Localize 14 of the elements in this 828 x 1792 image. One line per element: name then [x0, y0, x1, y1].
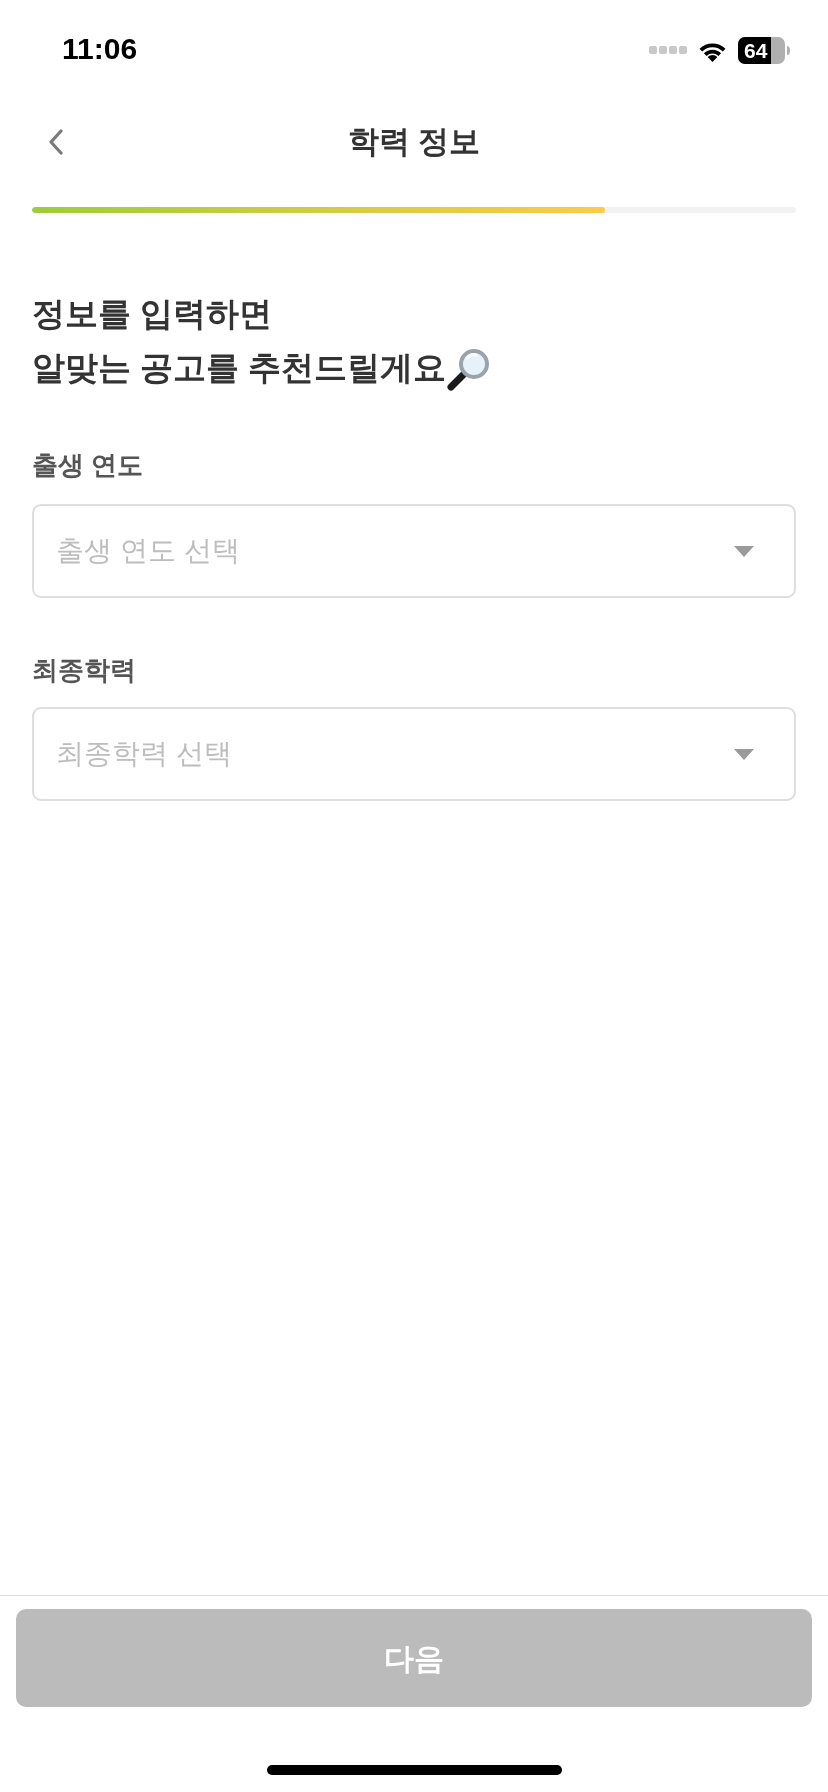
field-label: 출생 연도 [32, 449, 145, 482]
dropdown-field[interactable]: 최종학력 선택 [32, 707, 796, 801]
status-time: 11:06 [62, 31, 138, 67]
caret-down-icon [734, 748, 754, 760]
page-title: 학력 정보 [347, 123, 481, 161]
magnifier-icon [447, 347, 492, 391]
back-chevron-icon [48, 129, 64, 155]
signal-icon [649, 46, 687, 54]
battery-level-text: 64 [744, 37, 768, 64]
dropdown-field[interactable]: 출생 연도 선택 [32, 504, 796, 598]
caret-down-icon [734, 545, 754, 557]
battery-icon [738, 36, 790, 64]
heading-text: 정보를 입력하면 알맞는 공고를 추천드릴게요 [32, 294, 447, 388]
field-label: 최종학력 [32, 654, 137, 687]
